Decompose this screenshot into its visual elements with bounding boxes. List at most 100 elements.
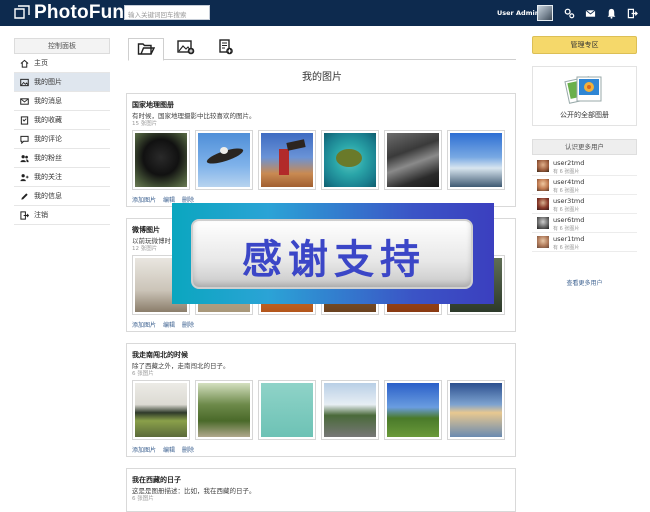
sidebar-item-comments[interactable]: 我的评论 bbox=[14, 130, 110, 149]
thumbnail[interactable] bbox=[384, 130, 442, 190]
sidebar-item-home[interactable]: 主页 bbox=[14, 54, 110, 73]
sidebar-item-my-info[interactable]: 我的信息 bbox=[14, 187, 110, 206]
logo-icon bbox=[14, 4, 30, 23]
add-image-link[interactable]: 添加图片 bbox=[132, 195, 156, 204]
album-name[interactable]: 国家地理图册 bbox=[132, 100, 174, 110]
sidebar-item-fans[interactable]: 我的粉丝 bbox=[14, 149, 110, 168]
album-actions: 添加图片 编辑 删除 bbox=[132, 320, 194, 329]
thumbnail[interactable] bbox=[321, 380, 379, 440]
thumbnail[interactable] bbox=[195, 380, 253, 440]
sidebar-item-label: 我的粉丝 bbox=[34, 154, 62, 162]
thumbnail[interactable] bbox=[447, 130, 505, 190]
thumbnail[interactable] bbox=[195, 130, 253, 190]
thumbnail[interactable] bbox=[447, 380, 505, 440]
album-count: 6 张图片 bbox=[132, 371, 154, 377]
user-list-item[interactable]: user1tmd 有 6 张图片 bbox=[532, 233, 637, 252]
thumbnail[interactable] bbox=[384, 380, 442, 440]
home-icon bbox=[19, 58, 29, 68]
sidebar-item-label: 我的收藏 bbox=[34, 116, 62, 124]
comment-icon bbox=[19, 134, 29, 144]
sidebar: 控制面板 主页 我的图片 我的消息 我的收藏 我的评论 我的粉丝 我的关注 我的… bbox=[14, 38, 110, 225]
sidebar-item-label: 我的关注 bbox=[34, 173, 62, 181]
avatar bbox=[537, 198, 549, 210]
logout-icon bbox=[19, 210, 29, 220]
folder-open-icon bbox=[137, 40, 156, 60]
thumbnail[interactable] bbox=[132, 130, 190, 190]
sidebar-item-label: 我的消息 bbox=[34, 97, 62, 105]
sidebar-item-label: 我的评论 bbox=[34, 135, 62, 143]
tab-add-image[interactable] bbox=[168, 38, 204, 60]
sidebar-item-following[interactable]: 我的关注 bbox=[14, 168, 110, 187]
sidebar-item-label: 注销 bbox=[34, 211, 48, 219]
user-image-count: 有 6 张图片 bbox=[553, 226, 580, 232]
sidebar-item-my-images[interactable]: 我的图片 bbox=[14, 73, 110, 92]
user-list-item[interactable]: user4tmd 有 6 张图片 bbox=[532, 176, 637, 195]
user-name[interactable]: User Admin bbox=[497, 9, 539, 17]
add-document-icon bbox=[217, 39, 235, 59]
logo-text: PhotoFun bbox=[34, 2, 125, 23]
delete-link[interactable]: 删除 bbox=[182, 320, 194, 329]
more-users-link[interactable]: 查看更多用户 bbox=[532, 278, 637, 287]
photo-album-icon bbox=[563, 73, 607, 107]
image-icon bbox=[19, 77, 29, 87]
sidebar-item-logout[interactable]: 注销 bbox=[14, 206, 110, 225]
user-name[interactable]: user1tmd bbox=[553, 235, 584, 243]
avatar[interactable] bbox=[537, 5, 553, 21]
envelope-icon bbox=[19, 96, 29, 106]
user-image-count: 有 6 张图片 bbox=[553, 207, 580, 213]
sidebar-item-label: 我的图片 bbox=[34, 78, 62, 86]
user-image-count: 有 6 张图片 bbox=[553, 188, 580, 194]
thumbnail-row bbox=[132, 380, 512, 440]
thank-you-banner: 感谢支持 bbox=[172, 203, 494, 304]
sidebar-item-favorites[interactable]: 我的收藏 bbox=[14, 111, 110, 130]
public-albums-link[interactable]: 公开的全部图册 bbox=[532, 66, 637, 126]
album-name[interactable]: 我在西藏的日子 bbox=[132, 475, 181, 485]
users-icon bbox=[19, 153, 29, 163]
album-tabs bbox=[128, 38, 516, 61]
user-list-item[interactable]: user6tmd 有 6 张图片 bbox=[532, 214, 637, 233]
logo[interactable]: PhotoFun bbox=[14, 2, 125, 23]
mail-icon[interactable] bbox=[584, 7, 596, 19]
search-input[interactable]: 输入关键词回车搜索 bbox=[124, 5, 210, 20]
user-name[interactable]: user2tmd bbox=[553, 159, 584, 167]
avatar bbox=[537, 179, 549, 191]
know-more-users-title: 认识更多用户 bbox=[532, 139, 637, 155]
user-name[interactable]: user6tmd bbox=[553, 216, 584, 224]
tab-add-album[interactable] bbox=[208, 38, 244, 60]
user-name[interactable]: user4tmd bbox=[553, 178, 584, 186]
public-albums-label: 公开的全部图册 bbox=[560, 111, 609, 119]
banner-plate: 感谢支持 bbox=[191, 219, 473, 289]
thumbnail[interactable] bbox=[321, 130, 379, 190]
add-image-link[interactable]: 添加图片 bbox=[132, 320, 156, 329]
album-card: 国家地理图册 有时候，国家地理摄影中比较喜欢的图片。 15 张图片 添加图片 编… bbox=[126, 93, 516, 207]
user-name[interactable]: user3tmd bbox=[553, 197, 584, 205]
user-list-item[interactable]: user3tmd 有 6 张图片 bbox=[532, 195, 637, 214]
user-image-count: 有 6 张图片 bbox=[553, 245, 580, 251]
album-name[interactable]: 微博图片 bbox=[132, 225, 160, 235]
album-count: 6 张图片 bbox=[132, 496, 154, 502]
logout-icon[interactable] bbox=[626, 7, 638, 19]
sidebar-item-label: 主页 bbox=[34, 59, 48, 67]
add-image-icon bbox=[177, 39, 195, 59]
sidebar-item-messages[interactable]: 我的消息 bbox=[14, 92, 110, 111]
settings-icon[interactable] bbox=[563, 7, 575, 19]
delete-link[interactable]: 删除 bbox=[182, 445, 194, 454]
thumbnail[interactable] bbox=[258, 380, 316, 440]
admin-area-button[interactable]: 管理专区 bbox=[532, 36, 637, 54]
user-list: user2tmd 有 6 张图片 user4tmd 有 6 张图片 user3t… bbox=[532, 157, 637, 252]
tab-albums[interactable] bbox=[128, 38, 164, 61]
album-card: 我在西藏的日子 这是是图册描述：比如，我在西藏的日子。 6 张图片 bbox=[126, 468, 516, 512]
bookmark-icon bbox=[19, 115, 29, 125]
add-image-link[interactable]: 添加图片 bbox=[132, 445, 156, 454]
bell-icon[interactable] bbox=[605, 7, 617, 19]
user-list-item[interactable]: user2tmd 有 6 张图片 bbox=[532, 157, 637, 176]
album-actions: 添加图片 编辑 删除 bbox=[132, 445, 194, 454]
avatar bbox=[537, 236, 549, 248]
edit-link[interactable]: 编辑 bbox=[163, 320, 175, 329]
avatar bbox=[537, 160, 549, 172]
avatar bbox=[537, 217, 549, 229]
thumbnail[interactable] bbox=[132, 380, 190, 440]
album-name[interactable]: 我走南闯北的时候 bbox=[132, 350, 188, 360]
thumbnail[interactable] bbox=[258, 130, 316, 190]
edit-link[interactable]: 编辑 bbox=[163, 445, 175, 454]
